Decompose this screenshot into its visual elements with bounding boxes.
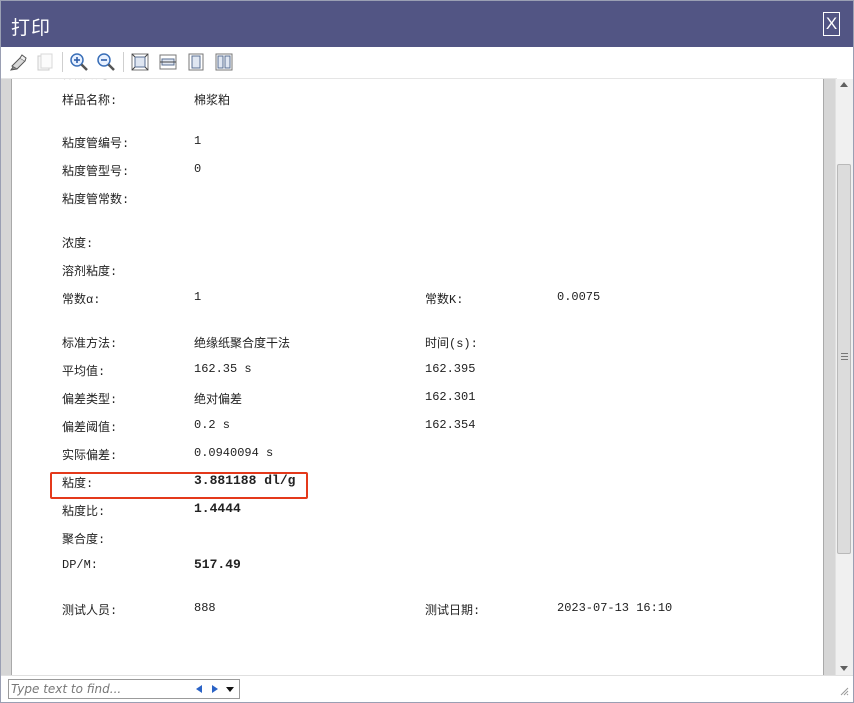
deviation-type-value: 绝对偏差	[194, 393, 243, 407]
single-page-icon	[188, 53, 204, 71]
toolbar-separator	[62, 52, 63, 72]
scroll-thumb[interactable]	[837, 164, 851, 554]
copy-button[interactable]	[35, 52, 55, 72]
clipped-row: 样品编号	[62, 79, 110, 82]
report-page: 样品编号 样品名称: 棉浆粕 粘度管编号: 1 粘度管型号: 0 粘度管常数: …	[11, 79, 824, 675]
preview-area[interactable]: 样品编号 样品名称: 棉浆粕 粘度管编号: 1 粘度管型号: 0 粘度管常数: …	[1, 79, 835, 675]
deviation-threshold-value: 0.2 s	[194, 418, 231, 432]
zoom-out-icon	[97, 53, 115, 71]
fit-width-icon	[159, 54, 177, 70]
title-bar: 打印 X	[1, 1, 853, 47]
deviation-type-label: 偏差类型:	[62, 393, 118, 407]
actual-deviation-value: 0.0940094 s	[194, 446, 274, 460]
zoom-out-button[interactable]	[96, 52, 116, 72]
fit-page-button[interactable]	[130, 52, 150, 72]
tube-number-value: 1	[194, 134, 202, 148]
test-date-value: 2023-07-13 16:10	[557, 601, 673, 615]
dpm-label: DP/M:	[62, 558, 99, 572]
grip-icon	[841, 353, 848, 360]
tube-model-value: 0	[194, 162, 202, 176]
polymerization-label: 聚合度:	[62, 533, 106, 547]
viscosity-ratio-label: 粘度比:	[62, 505, 106, 519]
constant-k-label: 常数K:	[425, 293, 464, 307]
find-input[interactable]	[11, 681, 191, 697]
toolbar-separator	[123, 52, 124, 72]
print-button[interactable]	[9, 52, 29, 72]
close-button[interactable]: X	[823, 12, 840, 36]
two-page-button[interactable]	[214, 52, 234, 72]
tube-constant-label: 粘度管常数:	[62, 193, 130, 207]
constant-alpha-label: 常数α:	[62, 293, 101, 307]
time-value-2: 162.301	[425, 390, 476, 404]
window-title: 打印	[11, 17, 52, 39]
print-window: 打印 X 样品名称: 棉浆粕 粘度管编号: 1 粘度管型号: 0 粘度管常数: …	[0, 0, 854, 703]
find-previous-icon[interactable]	[196, 685, 202, 693]
sample-name-value: 棉浆粕	[194, 94, 231, 108]
tester-value: 888	[194, 601, 216, 615]
toolbar	[1, 47, 837, 79]
viscosity-ratio-value: 1.4444	[194, 501, 241, 516]
test-date-label: 测试日期:	[425, 604, 481, 618]
deviation-threshold-label: 偏差阈值:	[62, 421, 118, 435]
copy-icon	[37, 53, 53, 71]
standard-method-label: 标准方法:	[62, 337, 118, 351]
two-page-icon	[215, 53, 233, 71]
zoom-in-button[interactable]	[69, 52, 89, 72]
tube-model-label: 粘度管型号:	[62, 165, 130, 179]
constant-k-value: 0.0075	[557, 290, 601, 304]
concentration-label: 浓度:	[62, 237, 94, 251]
average-label: 平均值:	[62, 365, 106, 379]
resize-grip-icon[interactable]	[839, 686, 849, 696]
find-next-icon[interactable]	[212, 685, 218, 693]
standard-method-value: 绝缘纸聚合度干法	[194, 337, 291, 351]
dpm-value: 517.49	[194, 557, 241, 572]
fit-width-button[interactable]	[158, 52, 178, 72]
find-box	[8, 679, 240, 699]
constant-alpha-value: 1	[194, 290, 202, 304]
print-icon	[9, 54, 27, 71]
zoom-in-icon	[70, 53, 88, 71]
solvent-viscosity-label: 溶剂粘度:	[62, 265, 118, 279]
actual-deviation-label: 实际偏差:	[62, 449, 118, 463]
find-bar	[1, 675, 853, 702]
time-value-3: 162.354	[425, 418, 476, 432]
fit-page-icon	[131, 53, 149, 71]
tube-number-label: 粘度管编号:	[62, 137, 130, 151]
scroll-up-icon[interactable]	[840, 82, 848, 87]
scroll-down-icon[interactable]	[840, 666, 848, 671]
average-value: 162.35 s	[194, 362, 252, 376]
find-options-dropdown-icon[interactable]	[226, 687, 234, 692]
vertical-scrollbar[interactable]	[835, 79, 853, 675]
viscosity-highlight-box	[50, 472, 308, 499]
tester-label: 测试人员:	[62, 604, 118, 618]
single-page-button[interactable]	[186, 52, 206, 72]
sample-name-label: 样品名称:	[62, 94, 118, 108]
time-value-1: 162.395	[425, 362, 476, 376]
time-header-label: 时间(s):	[425, 337, 478, 351]
